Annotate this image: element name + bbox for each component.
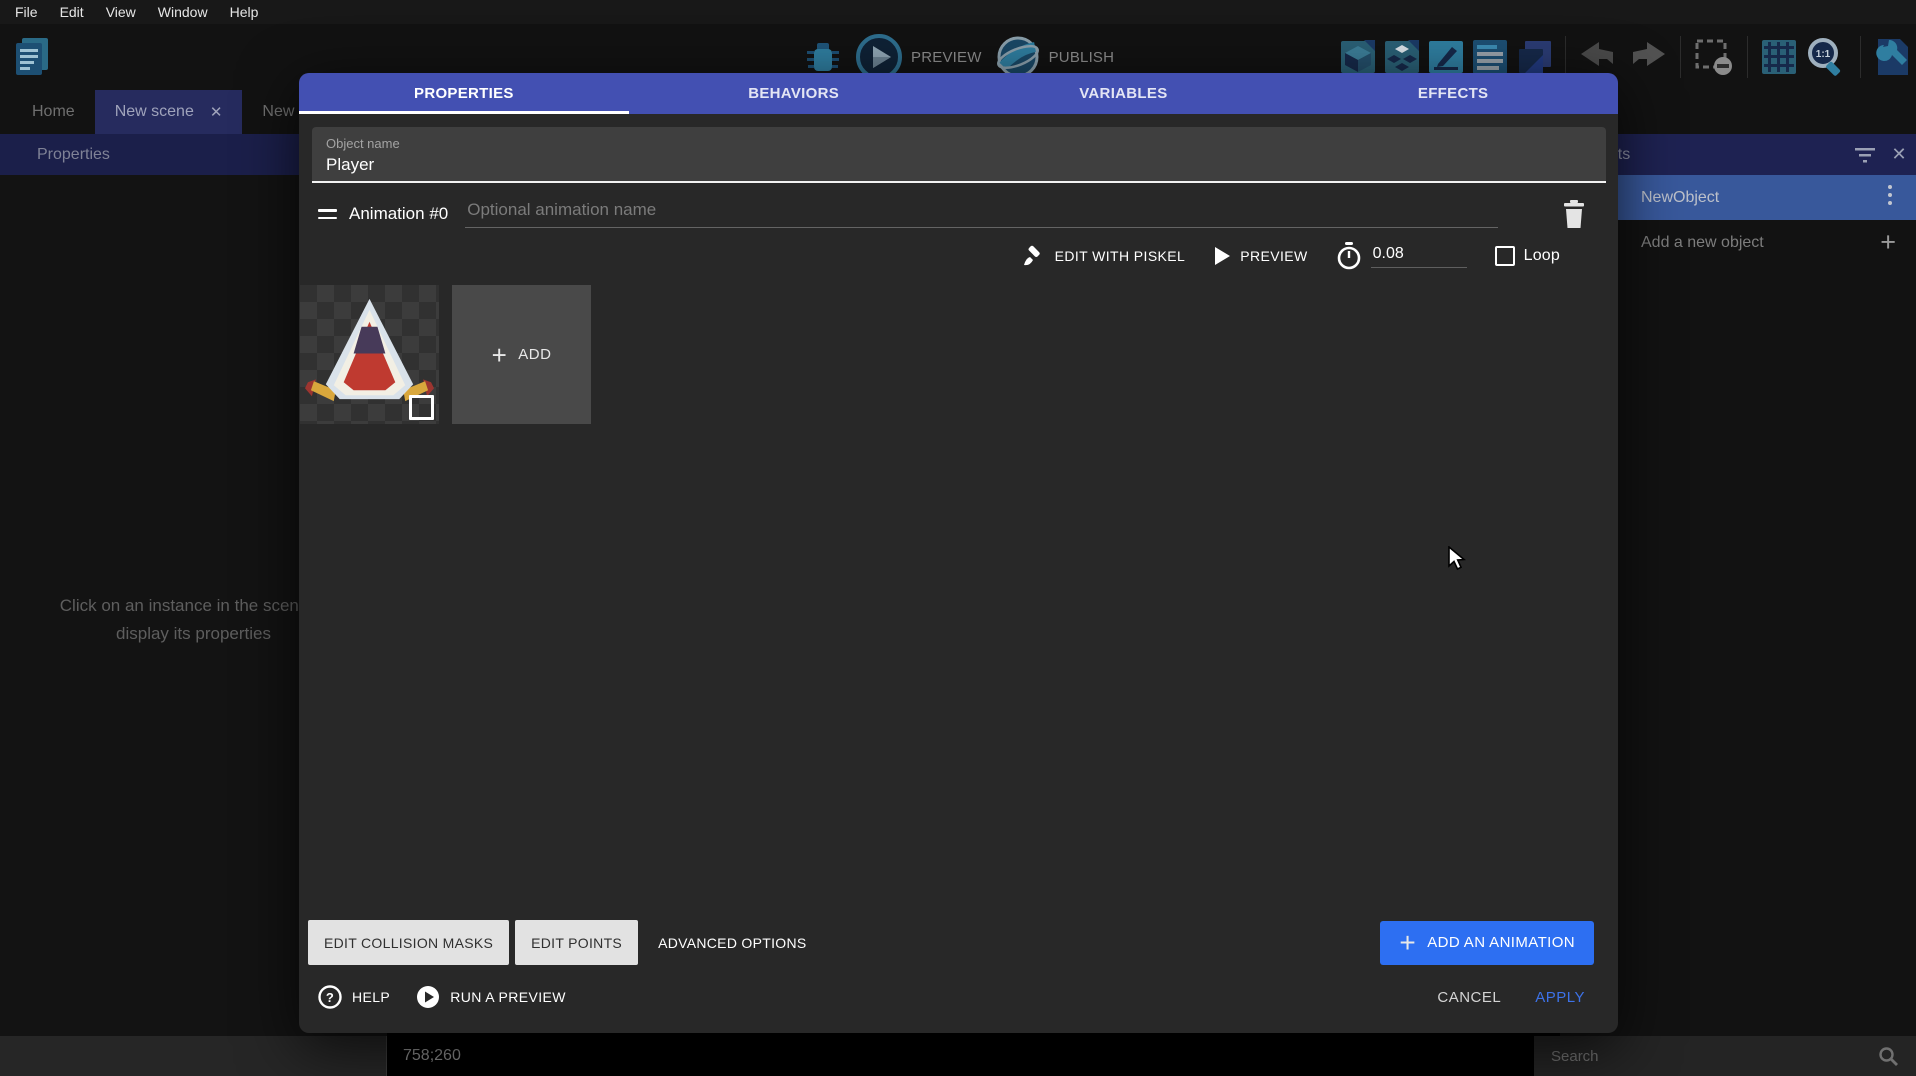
run-preview-icon	[416, 985, 440, 1009]
run-a-preview-button[interactable]: RUN A PREVIEW	[416, 985, 566, 1009]
paintbrush-icon	[1022, 244, 1046, 268]
animation-title: Animation #0	[349, 204, 448, 224]
tab-new-scene[interactable]: New scene ✕	[95, 90, 243, 134]
toolbar-separator	[1860, 36, 1861, 78]
toolbar-separator	[1680, 36, 1681, 78]
add-object-cube-icon[interactable]	[1340, 38, 1376, 76]
delete-animation-button[interactable]	[1562, 200, 1586, 228]
objects-groups-icon[interactable]	[1384, 38, 1420, 76]
project-manager-icon[interactable]	[12, 36, 52, 78]
time-between-frames-control[interactable]	[1336, 242, 1467, 270]
preview-animation-label: PREVIEW	[1240, 248, 1307, 264]
menu-file[interactable]: File	[4, 4, 49, 20]
advanced-options-button[interactable]: ADVANCED OPTIONS	[644, 935, 820, 951]
frame-select-checkbox[interactable]	[409, 395, 434, 420]
object-name-field[interactable]: Object name	[312, 127, 1606, 183]
object-name-input[interactable]	[326, 155, 1592, 175]
tab-partial-label: New	[262, 103, 294, 121]
redo-icon[interactable]	[1627, 40, 1667, 74]
loop-checkbox[interactable]	[1495, 246, 1515, 266]
deselect-mask-icon[interactable]	[1694, 37, 1734, 77]
svg-text:?: ?	[326, 990, 334, 1005]
preview-animation-button[interactable]: PREVIEW	[1213, 246, 1307, 266]
help-button[interactable]: ? HELP	[318, 985, 390, 1009]
add-object-plus-icon: +	[1880, 229, 1896, 256]
undo-icon[interactable]	[1579, 40, 1619, 74]
dialog-tab-variables[interactable]: VARIABLES	[959, 73, 1289, 114]
help-icon: ?	[318, 985, 342, 1009]
tab-new-scene-label: New scene	[115, 103, 194, 121]
dialog-tab-effects[interactable]: EFFECTS	[1288, 73, 1618, 114]
animation-frame-thumbnail[interactable]	[300, 285, 439, 424]
object-name-label: NewObject	[1641, 189, 1719, 207]
statusbar-left-segment	[0, 1036, 387, 1076]
filter-icon[interactable]	[1848, 147, 1882, 163]
run-a-preview-label: RUN A PREVIEW	[450, 989, 566, 1005]
svg-text:1:1: 1:1	[1816, 49, 1831, 60]
loop-label: Loop	[1524, 247, 1560, 265]
add-an-animation-label: ADD AN ANIMATION	[1427, 934, 1575, 951]
edit-with-piskel-button[interactable]: EDIT WITH PISKEL	[1022, 244, 1186, 268]
edit-with-piskel-label: EDIT WITH PISKEL	[1055, 248, 1186, 264]
cursor-coordinates: 758;260	[403, 1036, 461, 1076]
preview-label: PREVIEW	[911, 49, 982, 66]
object-search-bar	[1534, 1036, 1916, 1076]
dialog-tab-properties[interactable]: PROPERTIES	[299, 73, 629, 114]
tab-home-label: Home	[32, 103, 75, 121]
add-frame-label: ADD	[518, 346, 551, 363]
stopwatch-icon	[1336, 242, 1362, 270]
menu-window[interactable]: Window	[147, 4, 219, 20]
search-input[interactable]	[1534, 1048, 1878, 1065]
add-frame-button[interactable]: + ADD	[452, 285, 591, 424]
menu-bar: File Edit View Window Help	[0, 0, 1916, 24]
help-label: HELP	[352, 989, 390, 1005]
dialog-tab-behaviors[interactable]: BEHAVIORS	[629, 73, 959, 114]
tab-home[interactable]: Home	[12, 90, 95, 134]
time-between-frames-input[interactable]	[1371, 245, 1467, 268]
properties-panel-title: Properties	[37, 146, 110, 164]
play-icon	[1213, 246, 1231, 266]
object-name-field-label: Object name	[326, 136, 1592, 151]
menu-edit[interactable]: Edit	[49, 4, 95, 20]
toolbar-separator	[1565, 36, 1566, 78]
zoom-1-1-icon[interactable]: 1:1	[1805, 36, 1847, 78]
close-panel-icon[interactable]: ✕	[1882, 144, 1916, 165]
edit-scene-pencil-icon[interactable]	[1428, 38, 1464, 76]
grid-icon[interactable]	[1761, 38, 1797, 76]
cancel-button[interactable]: CANCEL	[1437, 989, 1501, 1006]
scene-properties-wrench-icon[interactable]	[1874, 37, 1912, 77]
menu-help[interactable]: Help	[219, 4, 270, 20]
object-options-kebab-icon[interactable]	[1888, 185, 1892, 205]
dialog-tab-bar: PROPERTIES BEHAVIORS VARIABLES EFFECTS	[299, 73, 1618, 114]
loop-checkbox-control[interactable]: Loop	[1495, 246, 1560, 266]
debugger-icon[interactable]	[804, 37, 842, 77]
trash-icon	[1562, 200, 1586, 228]
publish-label: PUBLISH	[1049, 49, 1115, 66]
menu-view[interactable]: View	[95, 4, 147, 20]
edit-collision-masks-button[interactable]: EDIT COLLISION MASKS	[308, 920, 509, 965]
layers-icon[interactable]	[1516, 38, 1552, 76]
edit-points-button[interactable]: EDIT POINTS	[515, 920, 638, 965]
animation-name-input[interactable]	[465, 200, 1498, 228]
scene-events-list-icon[interactable]	[1472, 38, 1508, 76]
toolbar-separator	[1747, 36, 1748, 78]
object-editor-dialog: PROPERTIES BEHAVIORS VARIABLES EFFECTS O…	[299, 73, 1618, 1033]
search-icon	[1878, 1046, 1898, 1066]
apply-button[interactable]: APPLY	[1535, 989, 1585, 1006]
close-tab-icon[interactable]: ✕	[210, 103, 223, 121]
animation-drag-handle[interactable]	[318, 209, 337, 219]
add-new-object-label: Add a new object	[1641, 234, 1764, 252]
add-an-animation-button[interactable]: + ADD AN ANIMATION	[1380, 921, 1594, 965]
